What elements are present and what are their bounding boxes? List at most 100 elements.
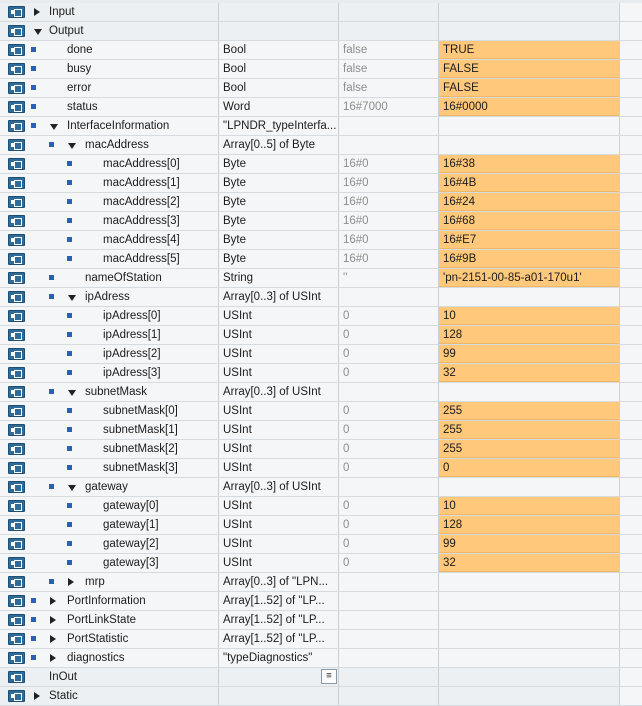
data-type-cell[interactable]: Array[1..52] of "LP... (219, 592, 339, 610)
expand-arrow-icon[interactable] (68, 578, 74, 586)
monitor-value-cell[interactable]: 16#9B (439, 250, 619, 268)
expand-arrow-icon[interactable] (50, 616, 56, 624)
name-cell[interactable]: error (28, 79, 219, 97)
expand-arrow-icon[interactable] (50, 597, 56, 605)
data-type-cell[interactable]: Bool (219, 60, 339, 78)
start-value-cell[interactable] (339, 383, 439, 401)
table-row[interactable]: subnetMask Array[0..3] of USInt (0, 383, 642, 402)
data-type-cell[interactable]: Word (219, 98, 339, 116)
monitor-value-cell[interactable] (439, 288, 619, 306)
data-type-cell[interactable]: USInt (219, 402, 339, 420)
monitor-value-cell[interactable] (439, 687, 619, 705)
table-row[interactable]: macAddress[0] Byte 16#0 16#38 (0, 155, 642, 174)
collapse-arrow-icon[interactable] (68, 485, 76, 491)
data-type-cell[interactable]: USInt (219, 497, 339, 515)
start-value-cell[interactable] (339, 687, 439, 705)
name-cell[interactable]: macAddress (28, 136, 219, 154)
monitor-value-cell[interactable]: 0 (439, 459, 619, 477)
name-cell[interactable]: Output (28, 22, 219, 40)
monitor-value-cell[interactable]: 32 (439, 554, 619, 572)
start-value-cell[interactable] (339, 630, 439, 648)
data-type-cell[interactable]: Array[0..3] of USInt (219, 383, 339, 401)
table-row[interactable]: subnetMask[1] USInt 0 255 (0, 421, 642, 440)
name-cell[interactable]: ipAdress[1] (28, 326, 219, 344)
start-value-cell[interactable] (339, 3, 439, 21)
table-row[interactable]: busy Bool false FALSE (0, 60, 642, 79)
expand-arrow-icon[interactable] (50, 654, 56, 662)
table-row[interactable]: macAddress Array[0..5] of Byte (0, 136, 642, 155)
table-row[interactable]: macAddress[4] Byte 16#0 16#E7 (0, 231, 642, 250)
data-type-cell[interactable]: Array[1..52] of "LP... (219, 611, 339, 629)
name-cell[interactable]: diagnostics (28, 649, 219, 667)
name-cell[interactable]: subnetMask (28, 383, 219, 401)
name-cell[interactable]: mrp (28, 573, 219, 591)
table-row[interactable]: ipAdress[3] USInt 0 32 (0, 364, 642, 383)
table-row[interactable]: mrp Array[0..3] of "LPN... (0, 573, 642, 592)
start-value-cell[interactable]: false (339, 41, 439, 59)
name-cell[interactable]: subnetMask[1] (28, 421, 219, 439)
start-value-cell[interactable] (339, 649, 439, 667)
start-value-cell[interactable]: '' (339, 269, 439, 287)
table-row[interactable]: gateway[1] USInt 0 128 (0, 516, 642, 535)
monitor-value-cell[interactable] (439, 3, 619, 21)
list-details-icon[interactable]: ≡ (321, 669, 337, 684)
monitor-value-cell[interactable]: TRUE (439, 41, 619, 59)
table-row[interactable]: ipAdress[1] USInt 0 128 (0, 326, 642, 345)
table-row[interactable]: subnetMask[2] USInt 0 255 (0, 440, 642, 459)
name-cell[interactable]: subnetMask[0] (28, 402, 219, 420)
data-type-cell[interactable]: Array[1..52] of "LP... (219, 630, 339, 648)
name-cell[interactable]: gateway[2] (28, 535, 219, 553)
data-type-cell[interactable]: USInt (219, 440, 339, 458)
data-type-cell[interactable] (219, 3, 339, 21)
table-row[interactable]: macAddress[3] Byte 16#0 16#68 (0, 212, 642, 231)
monitor-value-cell[interactable]: FALSE (439, 60, 619, 78)
collapse-arrow-icon[interactable] (68, 143, 76, 149)
start-value-cell[interactable]: 0 (339, 345, 439, 363)
data-type-cell[interactable]: Bool (219, 79, 339, 97)
monitor-value-cell[interactable]: FALSE (439, 79, 619, 97)
data-type-cell[interactable]: Byte (219, 250, 339, 268)
table-row[interactable]: macAddress[2] Byte 16#0 16#24 (0, 193, 642, 212)
start-value-cell[interactable]: 0 (339, 497, 439, 515)
table-row[interactable]: subnetMask[3] USInt 0 0 (0, 459, 642, 478)
monitor-value-cell[interactable]: 128 (439, 326, 619, 344)
expand-arrow-icon[interactable] (50, 635, 56, 643)
name-cell[interactable]: gateway[0] (28, 497, 219, 515)
monitor-value-cell[interactable] (439, 383, 619, 401)
monitor-value-cell[interactable] (439, 630, 619, 648)
start-value-cell[interactable] (339, 288, 439, 306)
start-value-cell[interactable]: 16#0 (339, 250, 439, 268)
data-type-cell[interactable]: Array[0..5] of Byte (219, 136, 339, 154)
table-row[interactable]: gateway[2] USInt 0 99 (0, 535, 642, 554)
name-cell[interactable]: ipAdress[2] (28, 345, 219, 363)
data-type-cell[interactable]: USInt (219, 345, 339, 363)
monitor-value-cell[interactable]: 99 (439, 535, 619, 553)
data-type-cell[interactable]: USInt (219, 459, 339, 477)
name-cell[interactable]: PortInformation (28, 592, 219, 610)
monitor-value-cell[interactable] (439, 668, 619, 686)
table-row[interactable]: InOut ≡ (0, 668, 642, 687)
expand-arrow-icon[interactable] (34, 8, 40, 16)
monitor-value-cell[interactable] (439, 478, 619, 496)
start-value-cell[interactable] (339, 478, 439, 496)
name-cell[interactable]: Static (28, 687, 219, 705)
start-value-cell[interactable]: 16#0 (339, 231, 439, 249)
monitor-value-cell[interactable]: 16#0000 (439, 98, 619, 116)
monitor-value-cell[interactable]: 32 (439, 364, 619, 382)
monitor-value-cell[interactable]: 128 (439, 516, 619, 534)
data-type-cell[interactable]: USInt (219, 364, 339, 382)
data-type-cell[interactable]: Array[0..3] of "LPN... (219, 573, 339, 591)
table-row[interactable]: nameOfStation String '''pn-2151-00-85-a01-… (0, 269, 642, 288)
name-cell[interactable]: macAddress[0] (28, 155, 219, 173)
name-cell[interactable]: macAddress[4] (28, 231, 219, 249)
start-value-cell[interactable]: 0 (339, 440, 439, 458)
start-value-cell[interactable]: 16#0 (339, 193, 439, 211)
start-value-cell[interactable]: 0 (339, 421, 439, 439)
start-value-cell[interactable]: 0 (339, 554, 439, 572)
data-type-cell[interactable]: Byte (219, 193, 339, 211)
start-value-cell[interactable]: 0 (339, 459, 439, 477)
collapse-arrow-icon[interactable] (68, 390, 76, 396)
table-row[interactable]: Output (0, 22, 642, 41)
name-cell[interactable]: busy (28, 60, 219, 78)
name-cell[interactable]: subnetMask[3] (28, 459, 219, 477)
